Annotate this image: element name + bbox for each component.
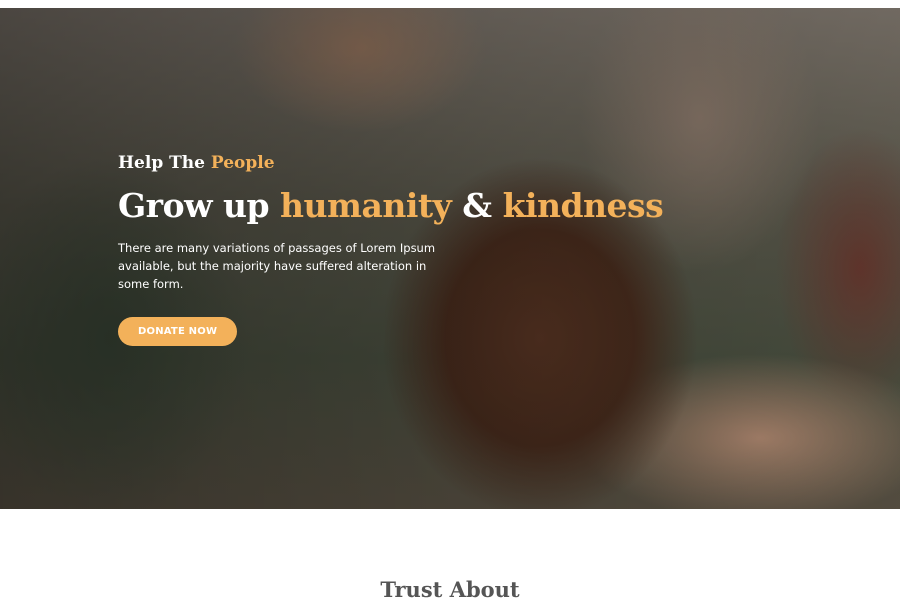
hero-description: There are many variations of passages of… <box>118 240 436 291</box>
hero-eyebrow: Help The People <box>118 153 638 173</box>
headline-part2: & <box>462 186 492 225</box>
hero-banner: Help The People Grow up humanity & kindn… <box>0 8 900 509</box>
hero-content: Help The People Grow up humanity & kindn… <box>118 153 664 346</box>
eyebrow-accent: People <box>210 153 275 173</box>
section-title: Trust About <box>380 577 520 602</box>
headline-part1: Grow up <box>118 186 270 225</box>
top-strip <box>0 0 900 8</box>
eyebrow-prefix: Help The <box>118 153 205 173</box>
headline-accent2: kindness <box>502 186 664 225</box>
donate-now-button[interactable]: DONATE NOW <box>118 316 238 346</box>
hero-headline: Grow up humanity & kindness <box>118 186 664 225</box>
headline-accent1: humanity <box>280 186 452 225</box>
